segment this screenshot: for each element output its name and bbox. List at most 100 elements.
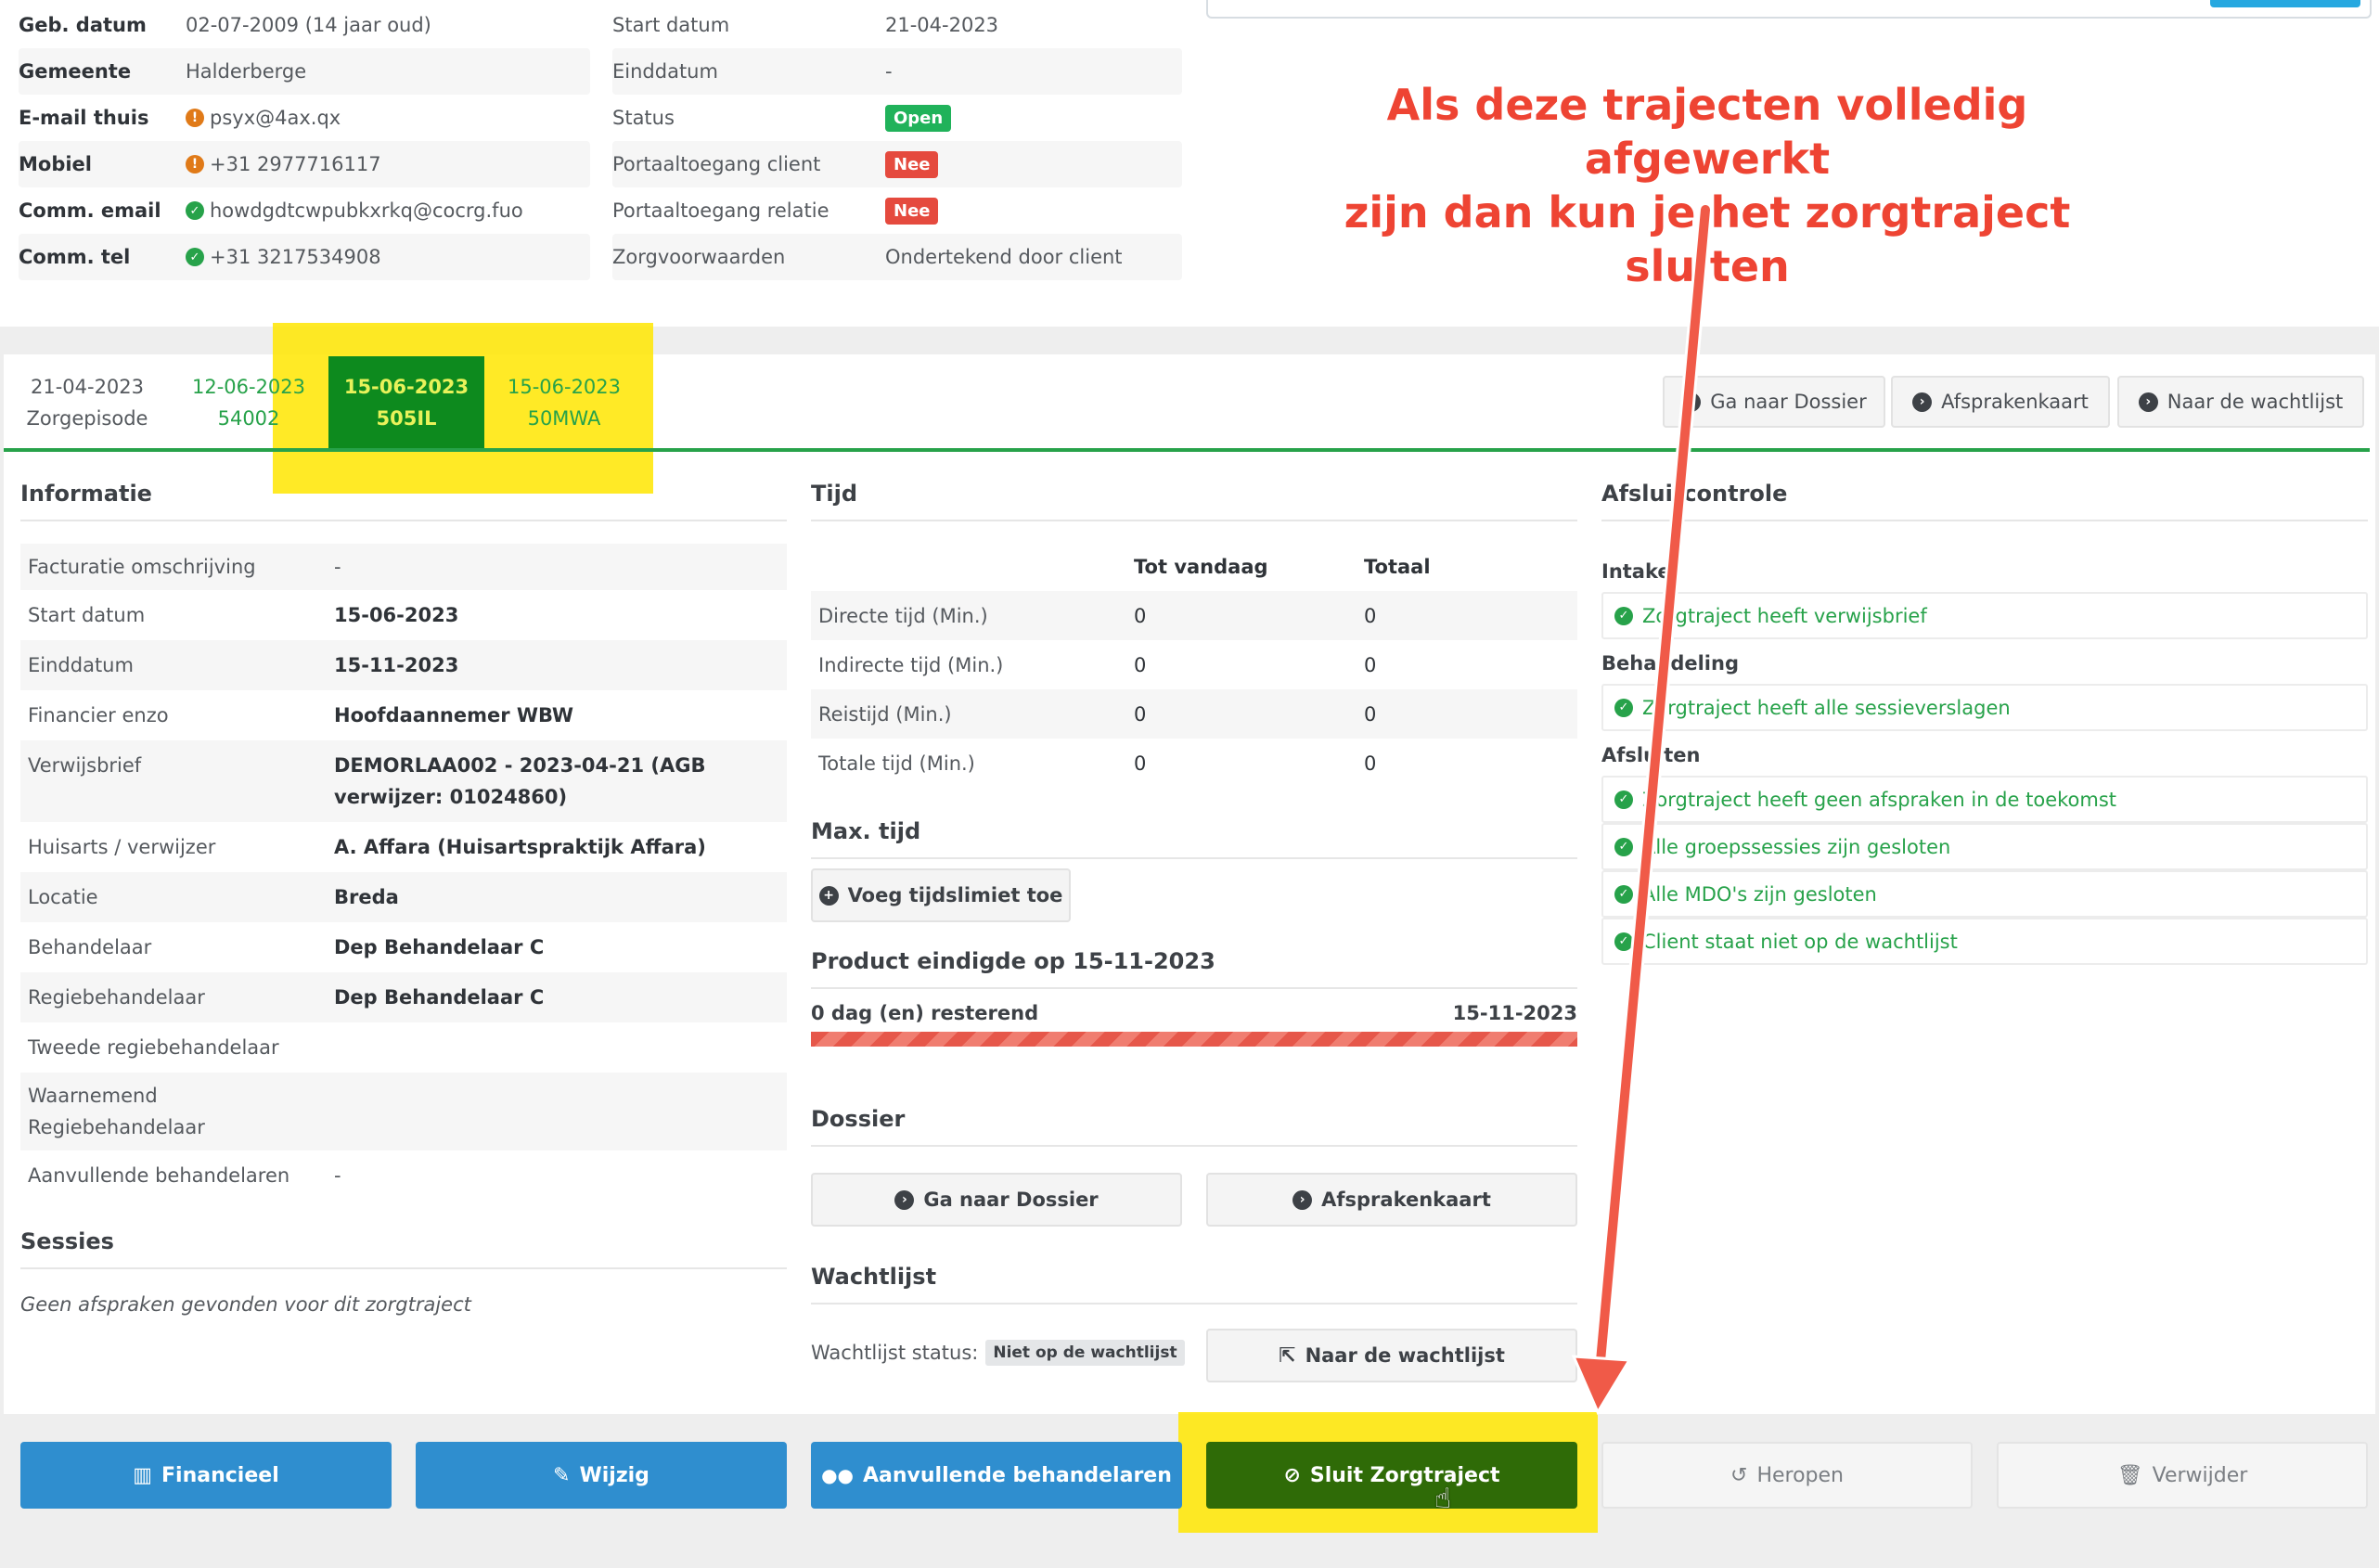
info-row: Tweede regiebehandelaar bbox=[20, 1022, 787, 1073]
check-item: ✓ Alle MDO's zijn gesloten bbox=[1601, 870, 2368, 918]
arrow-circle-icon: › bbox=[2138, 392, 2158, 412]
button-label: Sluit Zorgtraject bbox=[1309, 1463, 1500, 1487]
heropen-button[interactable]: ↺ Heropen bbox=[1601, 1442, 1973, 1509]
group-afsluiten: Afsluiten bbox=[1601, 744, 1701, 766]
client-row-label: Einddatum bbox=[612, 60, 718, 83]
ban-icon: ⊘ bbox=[1283, 1463, 1301, 1487]
client-row: Start datum 21-04-2023 bbox=[612, 2, 1182, 48]
client-details-left: Geb. datum 02-07-2009 (14 jaar oud) Gemee… bbox=[19, 2, 590, 280]
bar-chart-icon: ▥ bbox=[133, 1463, 153, 1487]
verwijder-button[interactable]: 🗑 Verwijder bbox=[1997, 1442, 2368, 1509]
tab-50mwa[interactable]: 15-06-2023 50MWA bbox=[486, 356, 642, 449]
button-label: Naar de wachtlijst bbox=[2167, 391, 2344, 413]
sessies-title: Sessies bbox=[20, 1228, 787, 1269]
sessies-section: Sessies Geen afspraken gevonden voor dit… bbox=[20, 1228, 787, 1316]
tijd-label: Directe tijd (Min.) bbox=[818, 604, 988, 627]
info-row: Start datum 15-06-2023 bbox=[20, 590, 787, 640]
info-value: - bbox=[334, 556, 341, 578]
tab-505il[interactable]: 15-06-2023 505IL bbox=[328, 356, 484, 449]
info-value: 15-06-2023 bbox=[334, 604, 459, 626]
voeg-tijdslimiet-button[interactable]: + Voeg tijdslimiet toe bbox=[811, 868, 1071, 922]
undo-icon: ↺ bbox=[1730, 1463, 1748, 1487]
client-row-value: Halderberge bbox=[186, 60, 307, 83]
informatie-title: Informatie bbox=[20, 481, 787, 521]
button-label: Afsprakenkaart bbox=[1321, 1189, 1491, 1211]
info-value: Breda bbox=[334, 886, 399, 908]
info-row: Verwijsbrief DEMORLAA002 - 2023-04-21 (AG… bbox=[20, 740, 787, 822]
client-row-value: howdgdtcwpubkxrkq@cocrg.fuo bbox=[210, 199, 523, 222]
plus-circle-icon: + bbox=[818, 885, 839, 906]
client-row-value: Ondertekend door client bbox=[885, 246, 1123, 268]
tijd-tot: 0 bbox=[1134, 653, 1147, 676]
annotation-line: zijn dan kun je het zorgtraject sluiten bbox=[1344, 187, 2071, 291]
warning-icon: ! bbox=[186, 109, 204, 127]
check-icon: ✓ bbox=[186, 201, 204, 220]
dossier-title: Dossier bbox=[811, 1106, 1577, 1147]
client-row: Status Open bbox=[612, 95, 1182, 141]
external-link-icon: ⇱ bbox=[1279, 1343, 1296, 1368]
check-icon: ✓ bbox=[1614, 837, 1633, 856]
info-value: A. Affara (Huisartspraktijk Affara) bbox=[334, 836, 706, 858]
wachtlijst-section: Wachtlijst bbox=[811, 1264, 1577, 1305]
arrow-circle-icon: › bbox=[1292, 1189, 1313, 1210]
client-row: Zorgvoorwaarden Ondertekend door client bbox=[612, 234, 1182, 280]
client-row: Comm. tel ✓ +31 3217534908 bbox=[19, 234, 590, 280]
info-row: Einddatum 15-11-2023 bbox=[20, 640, 787, 690]
client-row-label: Status bbox=[612, 107, 675, 129]
naar-wachtlijst-button[interactable]: ⇱ Naar de wachtlijst bbox=[1206, 1329, 1577, 1382]
tab-code: 50MWA bbox=[527, 407, 601, 430]
info-label: Aanvullende behandelaren bbox=[28, 1164, 290, 1187]
wijzig-button[interactable]: ✎ Wijzig bbox=[416, 1442, 787, 1509]
check-text: Alle MDO's zijn gesloten bbox=[1642, 882, 1877, 906]
client-row-label: Mobiel bbox=[19, 153, 92, 175]
client-row-label: Zorgvoorwaarden bbox=[612, 246, 786, 268]
info-value: DEMORLAA002 - 2023-04-21 (AGB verwijzer:… bbox=[334, 754, 706, 808]
info-label: Waarnemend Regiebehandelaar bbox=[28, 1085, 205, 1138]
tijd-label: Totale tijd (Min.) bbox=[818, 752, 975, 775]
check-text: Alle groepssessies zijn gesloten bbox=[1642, 835, 1951, 858]
afsprakenkaart-button[interactable]: › Afsprakenkaart bbox=[1206, 1173, 1577, 1227]
afsluitcontrole-title: Afsluitcontrole bbox=[1601, 481, 2368, 521]
tab-zorgepisode[interactable]: 21-04-2023 Zorgepisode bbox=[9, 356, 165, 449]
tijd-tot: 0 bbox=[1134, 702, 1147, 726]
sluit-zorgtraject-button[interactable]: ⊘ Sluit Zorgtraject bbox=[1206, 1442, 1577, 1509]
client-row: Gemeente Halderberge bbox=[19, 48, 590, 95]
info-label: Verwijsbrief bbox=[28, 754, 142, 777]
ga-naar-dossier-top-button[interactable]: › Ga naar Dossier bbox=[1663, 376, 1885, 428]
col-tot-vandaag: Tot vandaag bbox=[1134, 555, 1268, 578]
check-icon: ✓ bbox=[1614, 698, 1633, 717]
tijd-totaal: 0 bbox=[1364, 604, 1377, 627]
col-totaal: Totaal bbox=[1364, 555, 1431, 578]
client-row: E-mail thuis! psyx@4ax.qx bbox=[19, 95, 590, 141]
search-input[interactable] bbox=[1206, 0, 2372, 19]
check-icon: ✓ bbox=[1614, 932, 1633, 951]
aanvullende-behandelaren-button[interactable]: ●● Aanvullende behandelaren bbox=[811, 1442, 1182, 1509]
client-row: Geb. datum 02-07-2009 (14 jaar oud) bbox=[19, 2, 590, 48]
pencil-icon: ✎ bbox=[553, 1463, 571, 1487]
max-tijd-section: Max. tijd bbox=[811, 818, 1577, 859]
afsprakenkaart-top-button[interactable]: › Afsprakenkaart bbox=[1891, 376, 2110, 428]
info-label: Einddatum bbox=[28, 654, 134, 676]
check-icon: ✓ bbox=[186, 248, 204, 266]
max-tijd-title: Max. tijd bbox=[811, 818, 1577, 859]
button-label: Ga naar Dossier bbox=[1710, 391, 1867, 413]
naar-wachtlijst-top-button[interactable]: › Naar de wachtlijst bbox=[2117, 376, 2364, 428]
tab-54002[interactable]: 12-06-2023 54002 bbox=[171, 356, 327, 449]
arrow-circle-icon: › bbox=[1681, 392, 1702, 412]
search-button[interactable] bbox=[2210, 0, 2360, 7]
warning-icon: ! bbox=[186, 155, 204, 174]
ga-naar-dossier-button[interactable]: › Ga naar Dossier bbox=[811, 1173, 1182, 1227]
client-row-value: 02-07-2009 (14 jaar oud) bbox=[186, 14, 431, 36]
check-text: Zorgtraject heeft alle sessieverslagen bbox=[1642, 696, 2011, 719]
check-icon: ✓ bbox=[1614, 884, 1633, 904]
client-row: Mobiel! +31 2977716117 bbox=[19, 141, 590, 187]
wachtlijst-status-badge: Niet op de wachtlijst bbox=[985, 1340, 1185, 1366]
tijd-totaal: 0 bbox=[1364, 702, 1377, 726]
progress-labels: 0 dag (en) resterend 15-11-2023 bbox=[811, 1002, 1577, 1024]
financieel-button[interactable]: ▥ Financieel bbox=[20, 1442, 392, 1509]
check-text: Zorgtraject heeft geen afspraken in de t… bbox=[1642, 788, 2117, 811]
wachtlijst-status-label: Wachtlijst status: bbox=[811, 1342, 979, 1364]
wachtlijst-title: Wachtlijst bbox=[811, 1264, 1577, 1305]
client-row-value: psyx@4ax.qx bbox=[210, 107, 341, 129]
hand-cursor-icon: ☝ bbox=[1434, 1483, 1452, 1515]
